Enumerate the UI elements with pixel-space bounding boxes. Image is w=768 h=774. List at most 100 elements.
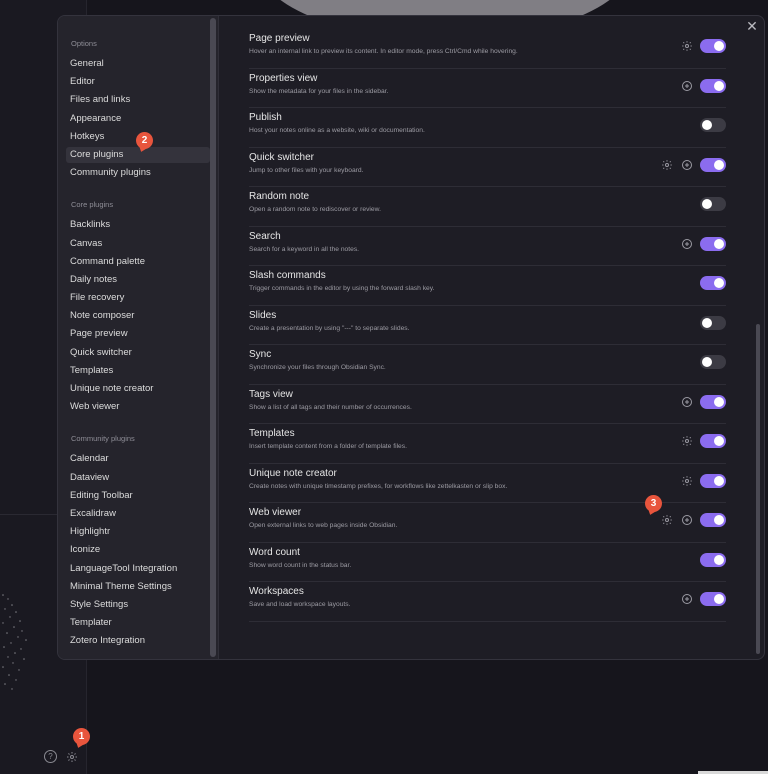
plugin-toggle[interactable] [700, 39, 726, 53]
toggle-knob [702, 317, 712, 328]
toggle-knob [714, 396, 724, 407]
gear-icon[interactable] [65, 750, 78, 763]
sidebar-item-appearance[interactable]: Appearance [66, 111, 210, 127]
toggle-knob [714, 80, 724, 91]
sidebar-item-style-settings[interactable]: Style Settings [66, 597, 210, 613]
sidebar-item-backlinks[interactable]: Backlinks [66, 217, 210, 233]
help-icon[interactable]: ? [44, 750, 57, 763]
sidebar-item-web-viewer[interactable]: Web viewer [66, 399, 210, 415]
gear-icon[interactable] [660, 514, 673, 527]
plugin-row-slash-commands: Slash commands Trigger commands in the ed… [249, 266, 726, 306]
community-plugins-header: Community plugins [71, 434, 135, 444]
add-to-ribbon-icon[interactable] [680, 395, 693, 408]
plugin-row-word-count: Word count Show word count in the status … [249, 543, 726, 582]
sidebar-item-highlightr[interactable]: Highlightr [66, 524, 210, 540]
plugin-toggle[interactable] [700, 78, 726, 93]
sidebar-item-general[interactable]: General [66, 56, 210, 72]
plugin-controls [680, 78, 726, 93]
plugin-controls [700, 197, 726, 211]
plugin-controls [680, 592, 726, 606]
toggle-knob [714, 159, 724, 170]
plugin-toggle[interactable] [700, 592, 726, 606]
plugin-row-sync: Sync Synchronize your files through Obsid… [249, 345, 726, 385]
plugin-toggle[interactable] [700, 434, 726, 448]
plugin-toggle[interactable] [700, 157, 726, 172]
gear-icon[interactable] [660, 158, 673, 171]
toggle-knob [702, 199, 712, 209]
toggle-knob [714, 278, 724, 288]
toggle-knob [714, 475, 724, 486]
sidebar-item-quick-switcher[interactable]: Quick switcher [66, 345, 210, 361]
plugin-row-properties-view: Properties view Show the metadata for you… [249, 69, 726, 108]
plugin-toggle[interactable] [700, 276, 726, 290]
plugin-name: Sync [249, 349, 272, 360]
plugin-row-slides: Slides Create a presentation by using "--… [249, 306, 726, 345]
plugin-controls [700, 118, 726, 132]
plugin-name: Unique note creator [249, 467, 337, 479]
sidebar-item-templates[interactable]: Templates [66, 363, 210, 379]
toggle-knob [714, 594, 724, 604]
plugin-description: Hover an internal link to preview its co… [249, 48, 518, 55]
plugin-name: Word count [249, 546, 300, 558]
sidebar-item-editing-toolbar[interactable]: Editing Toolbar [66, 488, 210, 504]
plugin-description: Show word count in the status bar. [249, 561, 352, 569]
sidebar-item-note-composer[interactable]: Note composer [66, 308, 210, 324]
sidebar-item-page-preview[interactable]: Page preview [66, 326, 210, 342]
plugin-toggle[interactable] [700, 394, 726, 409]
gear-icon[interactable] [680, 40, 693, 53]
sidebar-item-files-and-links[interactable]: Files and links [66, 92, 210, 108]
toggle-knob [714, 238, 724, 249]
callout-badge-1: 1 [73, 728, 90, 745]
gear-icon[interactable] [680, 474, 693, 487]
sidebar-item-iconize[interactable]: Iconize [66, 542, 210, 558]
callout-badge-3: 3 [645, 495, 662, 512]
plugin-description: Open external links to web pages inside … [249, 522, 398, 529]
sidebar-item-daily-notes[interactable]: Daily notes [66, 272, 210, 288]
add-to-ribbon-icon[interactable] [680, 158, 693, 171]
plugin-name: Page preview [249, 33, 310, 44]
plugin-controls [700, 355, 726, 369]
sidebar-item-zotero-integration[interactable]: Zotero Integration [66, 633, 210, 649]
sidebar-item-excalidraw[interactable]: Excalidraw [66, 506, 210, 522]
sidebar-item-unique-note-creator[interactable]: Unique note creator [66, 381, 210, 397]
sidebar-item-command-palette[interactable]: Command palette [66, 254, 210, 270]
plugin-controls [700, 552, 726, 567]
add-to-ribbon-icon[interactable] [680, 79, 693, 92]
plugin-toggle[interactable] [700, 197, 726, 211]
sidebar-item-editor[interactable]: Editor [66, 74, 210, 90]
sidebar-item-file-recovery[interactable]: File recovery [66, 290, 210, 306]
sidebar-scrollbar[interactable] [210, 18, 216, 657]
sidebar-item-calendar[interactable]: Calendar [66, 451, 210, 467]
toggle-knob [702, 120, 712, 130]
plugin-name: Slash commands [249, 270, 326, 281]
plugin-description: Save and load workspace layouts. [249, 601, 351, 608]
close-icon[interactable]: ✕ [745, 19, 759, 33]
options-header: Options [71, 39, 97, 48]
plugin-toggle[interactable] [700, 355, 726, 369]
add-to-ribbon-icon[interactable] [680, 237, 693, 250]
sidebar-item-languagetool-integration[interactable]: LanguageTool Integration [66, 561, 210, 577]
plugin-description: Jump to other files with your keyboard. [249, 166, 364, 174]
plugin-toggle[interactable] [700, 315, 726, 330]
add-to-ribbon-icon[interactable] [680, 593, 693, 606]
plugin-name: Templates [249, 428, 295, 439]
plugin-description: Trigger commands in the editor by using … [249, 285, 435, 292]
sidebar-item-templater[interactable]: Templater [66, 615, 210, 631]
sidebar-item-minimal-theme-settings[interactable]: Minimal Theme Settings [66, 579, 210, 595]
plugin-toggle[interactable] [700, 118, 726, 132]
plugin-toggle[interactable] [700, 236, 726, 251]
plugin-name: Search [249, 230, 281, 242]
plugin-toggle[interactable] [700, 552, 726, 567]
sidebar-item-dataview[interactable]: Dataview [66, 470, 210, 486]
plugin-toggle[interactable] [700, 473, 726, 488]
plugin-row-templates: Templates Insert template content from a … [249, 424, 726, 464]
add-to-ribbon-icon[interactable] [680, 514, 693, 527]
plugin-name: Publish [249, 112, 282, 123]
sidebar-item-community-plugins[interactable]: Community plugins [66, 165, 210, 181]
plugin-name: Workspaces [249, 586, 304, 597]
sidebar-item-canvas[interactable]: Canvas [66, 236, 210, 252]
plugin-toggle[interactable] [700, 513, 726, 527]
toggle-knob [714, 515, 724, 525]
gear-icon[interactable] [680, 435, 693, 448]
content-scrollbar[interactable] [756, 324, 760, 654]
